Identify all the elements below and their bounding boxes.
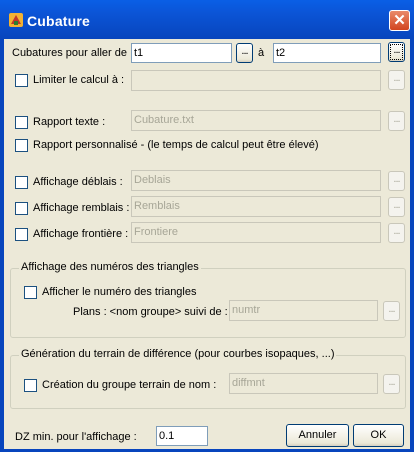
affichage-deblais-checkbox[interactable] [15, 176, 28, 189]
plans-browse-button[interactable]: ... [383, 301, 400, 321]
rapport-texte-checkbox[interactable] [15, 116, 28, 129]
dz-input[interactable]: 0.1 [156, 426, 208, 446]
affichage-deblais-label: Affichage déblais : [33, 176, 123, 188]
terrain-browse-button[interactable]: ... [383, 374, 400, 394]
cubatures-from-input[interactable]: t1 [131, 43, 232, 63]
triangles-checkbox-label: Afficher le numéro des triangles [42, 286, 197, 298]
rapport-perso-checkbox[interactable] [15, 139, 28, 152]
cancel-button[interactable]: Annuler [286, 424, 349, 447]
window-title: Cubature [27, 13, 91, 29]
plans-input[interactable]: numtr [229, 300, 378, 321]
affichage-remblais-input[interactable]: Remblais [131, 196, 381, 217]
terrain-checkbox[interactable] [24, 379, 37, 392]
rapport-texte-input[interactable]: Cubature.txt [131, 110, 381, 131]
terrain-input[interactable]: diffmnt [229, 373, 378, 394]
limiter-label: Limiter le calcul à : [33, 74, 125, 86]
rapport-texte-label: Rapport texte : [33, 116, 106, 128]
dz-label: DZ min. pour l'affichage : [15, 431, 137, 443]
affichage-remblais-browse-button[interactable]: ... [388, 197, 405, 217]
affichage-remblais-label: Affichage remblais : [33, 202, 130, 214]
affichage-frontiere-browse-button[interactable]: ... [388, 223, 405, 243]
limiter-input[interactable] [131, 70, 381, 91]
plans-label: Plans : <nom groupe> suivi de : [73, 306, 228, 318]
cubatures-from-browse-button[interactable]: ... [236, 43, 253, 63]
rapport-texte-browse-button[interactable]: ... [388, 111, 405, 131]
app-icon [8, 12, 24, 28]
cubatures-to-label: à [258, 47, 265, 59]
window-frame-right [410, 39, 414, 452]
close-button[interactable]: ✕ [389, 10, 410, 31]
limiter-browse-button[interactable]: ... [388, 70, 405, 90]
ok-button[interactable]: OK [353, 424, 404, 447]
limiter-checkbox[interactable] [15, 74, 28, 87]
cubatures-to-input[interactable]: t2 [273, 43, 381, 63]
affichage-deblais-input[interactable]: Deblais [131, 170, 381, 191]
terrain-checkbox-label: Création du groupe terrain de nom : [42, 379, 217, 391]
rapport-perso-label: Rapport personnalisé - (le temps de calc… [33, 139, 319, 151]
cubatures-label: Cubatures pour aller de : [12, 47, 134, 59]
affichage-frontiere-input[interactable]: Frontiere [131, 222, 381, 243]
affichage-remblais-checkbox[interactable] [15, 202, 28, 215]
cubatures-to-browse-button[interactable]: ... [388, 42, 405, 62]
triangles-group-title: Affichage des numéros des triangles [19, 261, 201, 273]
affichage-deblais-browse-button[interactable]: ... [388, 171, 405, 191]
terrain-group-title: Génération du terrain de différence (pou… [19, 348, 337, 360]
affichage-frontiere-checkbox[interactable] [15, 228, 28, 241]
affichage-frontiere-label: Affichage frontière : [33, 228, 129, 240]
triangles-checkbox[interactable] [24, 286, 37, 299]
